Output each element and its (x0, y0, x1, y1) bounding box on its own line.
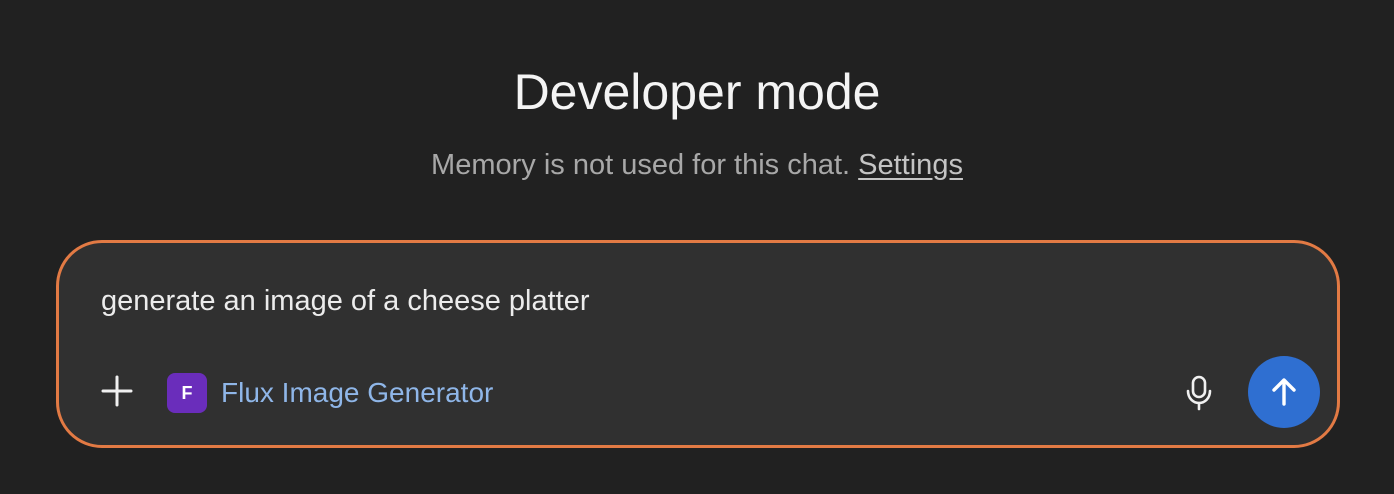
settings-link[interactable]: Settings (858, 149, 963, 181)
arrow-up-icon (1272, 378, 1296, 406)
chat-page: Developer mode Memory is not used for th… (0, 0, 1394, 494)
selected-tool-chip[interactable]: F Flux Image Generator (167, 371, 493, 415)
microphone-icon (1186, 375, 1212, 411)
tool-avatar: F (167, 373, 207, 413)
plus-icon (101, 375, 133, 407)
page-title: Developer mode (513, 64, 881, 120)
memory-notice-text: Memory is not used for this chat. (431, 149, 851, 181)
chat-composer: F Flux Image Generator (56, 240, 1340, 448)
send-button[interactable] (1248, 356, 1320, 428)
voice-input-button[interactable] (1177, 371, 1221, 415)
prompt-input[interactable] (101, 281, 1201, 321)
tool-label: Flux Image Generator (221, 377, 494, 408)
attach-button[interactable] (95, 369, 139, 413)
memory-notice: Memory is not used for this chat. Settin… (0, 146, 1394, 184)
